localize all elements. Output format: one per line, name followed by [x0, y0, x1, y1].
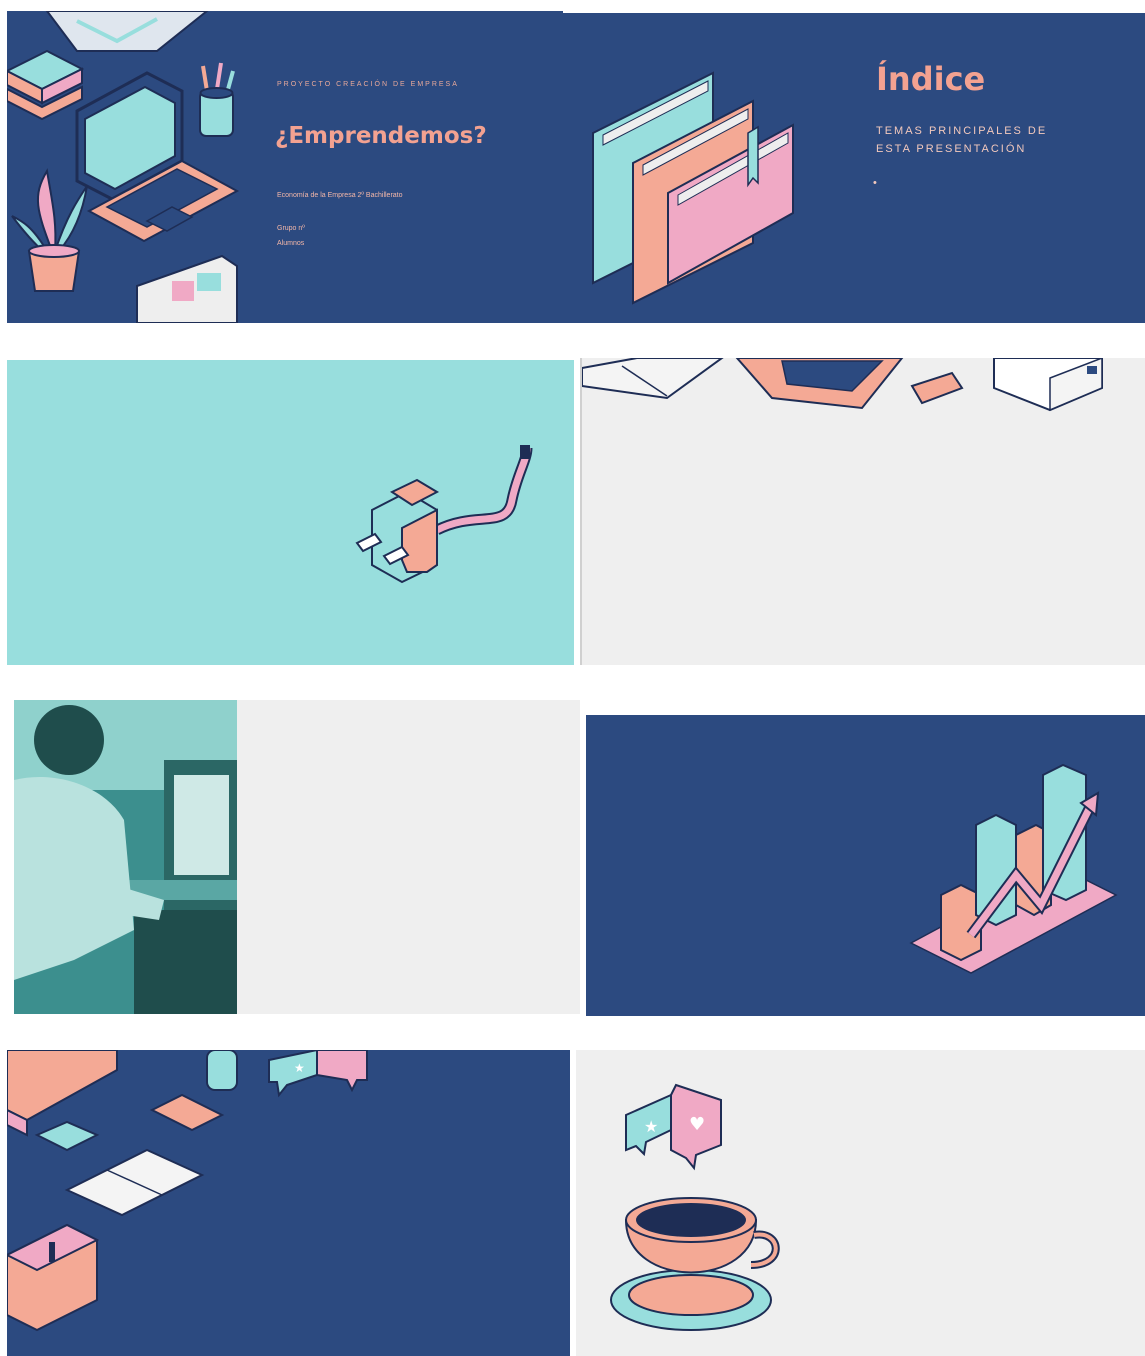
slide-2-title: Índice	[876, 60, 986, 98]
slide-4-desk[interactable]	[580, 358, 1145, 665]
open-book-icon	[64, 1148, 205, 1217]
slide-7-workspace[interactable]: ★	[7, 1050, 570, 1356]
slide-1-illustration	[7, 11, 240, 323]
slide-2-index[interactable]: Índice TEMAS PRINCIPALES DE ESTA PRESENT…	[563, 13, 1145, 323]
phone-icon	[149, 1093, 225, 1132]
briefcase-icon	[7, 1223, 100, 1332]
slide-7-illustration: ★	[7, 1050, 368, 1332]
svg-text:★: ★	[644, 1117, 658, 1136]
slide-8-illustration: ★ ♥	[610, 1083, 780, 1331]
slide-2-subtitle-line2: ESTA PRESENTACIÓN	[876, 143, 1027, 155]
monitor-icon	[7, 1050, 118, 1137]
map-icon	[45, 11, 209, 52]
chat-bubbles-icon: ★ ♥	[625, 1083, 722, 1171]
phone-icon	[910, 371, 964, 405]
books-icon	[7, 49, 85, 121]
folders-icon	[592, 71, 794, 305]
slide-3-plug[interactable]	[7, 360, 574, 665]
coffee-cup-icon	[610, 1197, 780, 1331]
pencil-cup-icon	[199, 62, 235, 137]
slide-5-photo[interactable]	[14, 700, 580, 1014]
power-plug-icon	[355, 445, 533, 584]
slide-6-chart[interactable]	[586, 715, 1145, 1016]
printer-icon	[993, 358, 1103, 412]
notebook-icon	[582, 358, 724, 400]
document-icon	[136, 254, 238, 323]
slide-1-title[interactable]: PROYECTO CREACIÓN DE EMPRESA ¿Emprendemo…	[7, 11, 563, 323]
slide-1-group: Grupo nº	[277, 225, 305, 232]
svg-text:♥: ♥	[689, 1114, 705, 1135]
slide-4-illustration	[582, 358, 1103, 412]
slide-1-kicker: PROYECTO CREACIÓN DE EMPRESA	[277, 81, 459, 88]
slide-1-title-text: ¿Emprendemos?	[275, 123, 487, 149]
slide-1-subtitle: Economía de la Empresa 2º Bachillerato	[277, 192, 403, 199]
slide-2-subtitle-line1: TEMAS PRINCIPALES DE	[876, 125, 1048, 137]
laptop-icon	[735, 358, 904, 410]
svg-text:★: ★	[294, 1061, 305, 1075]
bottle-icon	[206, 1050, 238, 1091]
chat-bubbles-icon: ★	[268, 1050, 368, 1098]
slide-2-bullet: •	[873, 177, 879, 189]
slide-8-coffee[interactable]: ★ ♥	[576, 1050, 1145, 1356]
plant-icon	[11, 168, 88, 292]
slide-1-students: Alumnos	[277, 240, 305, 247]
person-at-computer-photo	[14, 700, 237, 1014]
bar-chart-growth-icon	[909, 763, 1118, 974]
